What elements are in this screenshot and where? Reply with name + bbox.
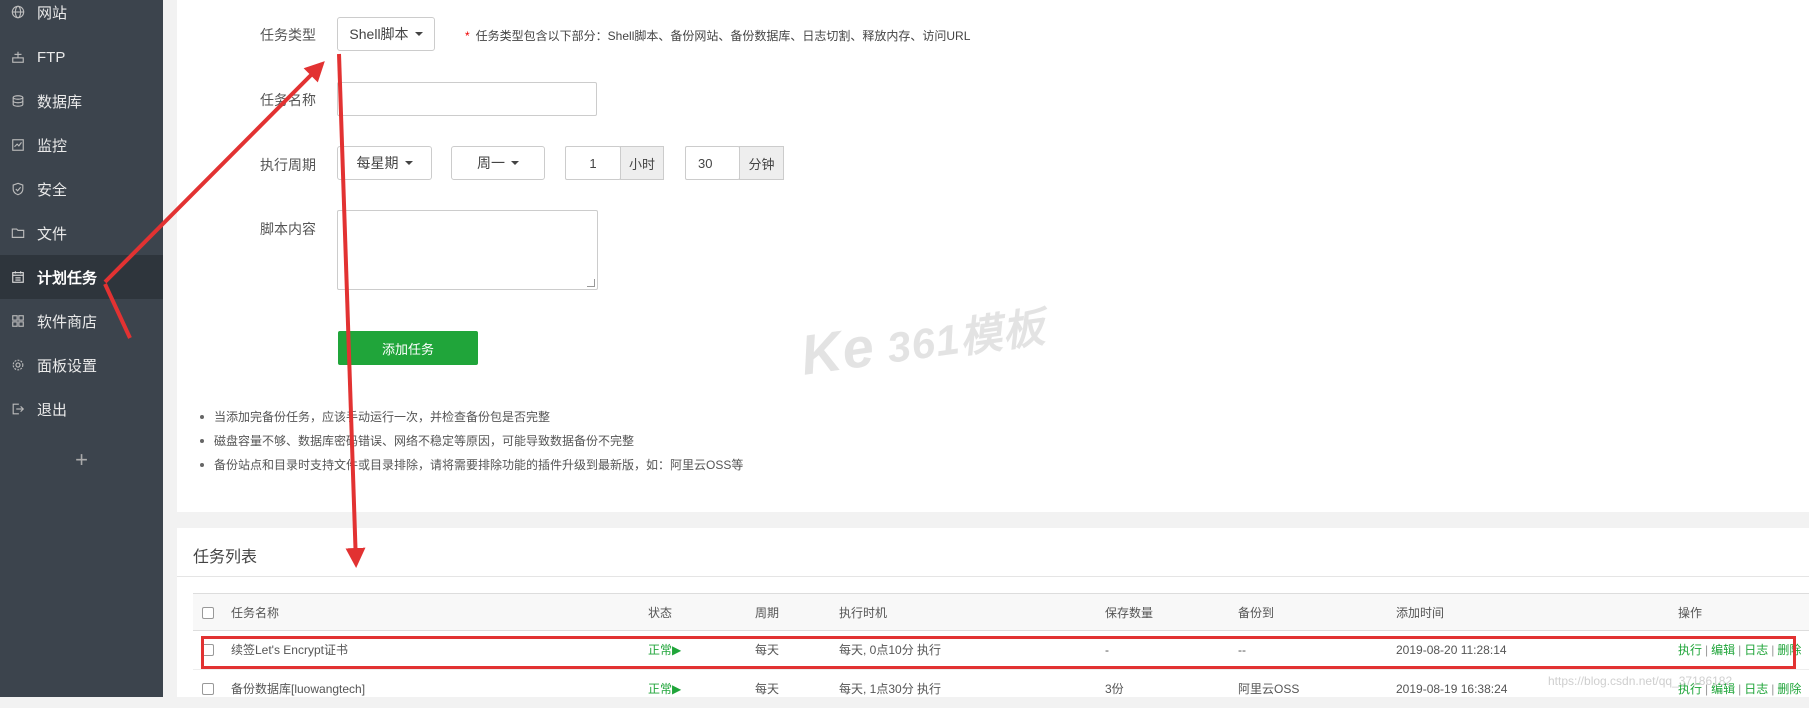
select-all-checkbox[interactable] xyxy=(202,607,214,619)
note-item: 备份站点和目录时支持文件或目录排除，请将需要排除功能的插件升级到最新版，如：阿里… xyxy=(200,456,743,480)
note-item: 当添加完备份任务，应该手动运行一次，并检查备份包是否完整 xyxy=(200,408,743,432)
note-item: 磁盘容量不够、数据库密码错误、网络不稳定等原因，可能导致数据备份不完整 xyxy=(200,432,743,456)
add-task-button[interactable]: 添加任务 xyxy=(338,331,478,365)
task-type-dropdown[interactable]: Shell脚本 xyxy=(337,17,435,51)
weekday-value: 周一 xyxy=(477,155,505,171)
folder-icon xyxy=(10,225,26,241)
task-type-label: 任务类型 xyxy=(260,27,316,43)
sidebar-item-label: 监控 xyxy=(37,137,68,155)
sidebar-item-panel-settings[interactable]: 面板设置 xyxy=(0,343,163,387)
sidebar-item-logout[interactable]: 退出 xyxy=(0,387,163,431)
shield-icon xyxy=(10,181,26,197)
ftp-icon xyxy=(10,49,26,65)
script-label: 脚本内容 xyxy=(260,221,316,237)
column-header: 执行时机 xyxy=(839,606,888,620)
column-header: 状态 xyxy=(648,606,673,620)
task-type-value: Shell脚本 xyxy=(349,26,409,42)
column-header: 操作 xyxy=(1678,606,1703,620)
column-header: 周期 xyxy=(755,606,780,620)
backup-to-cell: 阿里云OSS xyxy=(1238,682,1300,696)
chevron-down-icon xyxy=(404,161,413,165)
period-value: 每星期 xyxy=(356,155,399,171)
minute-unit: 分钟 xyxy=(739,146,784,180)
gear-icon xyxy=(10,357,26,373)
row-checkbox[interactable] xyxy=(202,683,214,695)
sidebar-item-label: 文件 xyxy=(37,225,68,243)
cycle-cell: 每天 xyxy=(755,682,780,696)
sidebar-item-cron[interactable]: 计划任务 xyxy=(0,255,163,299)
sidebar-item-label: 面板设置 xyxy=(37,357,98,375)
chevron-down-icon xyxy=(414,32,423,36)
sidebar-item-label: 计划任务 xyxy=(37,269,98,287)
sidebar-item-app-store[interactable]: 软件商店 xyxy=(0,299,163,343)
resize-handle-icon[interactable] xyxy=(587,279,595,287)
hour-input[interactable]: 1 xyxy=(565,146,621,180)
logout-icon xyxy=(10,401,26,417)
sidebar-item-monitor[interactable]: 监控 xyxy=(0,123,163,167)
divider xyxy=(177,576,1809,577)
sidebar-item-label: 安全 xyxy=(37,181,68,199)
globe-icon xyxy=(10,4,26,20)
column-header: 备份到 xyxy=(1238,606,1275,620)
notes-list: 当添加完备份任务，应该手动运行一次，并检查备份包是否完整 磁盘容量不够、数据库密… xyxy=(200,408,743,480)
minute-input[interactable]: 30 xyxy=(685,146,740,180)
status-cell[interactable]: 正常▶ xyxy=(648,670,681,708)
task-name-cell: 备份数据库[luowangtech] xyxy=(231,682,366,696)
sidebar-item-label: 数据库 xyxy=(37,93,83,111)
column-header: 添加时间 xyxy=(1396,606,1445,620)
hour-unit: 小时 xyxy=(620,146,664,180)
log-link[interactable]: 日志 xyxy=(1744,682,1768,696)
task-list-title: 任务列表 xyxy=(193,549,258,566)
sidebar-item-security[interactable]: 安全 xyxy=(0,167,163,211)
monitor-icon xyxy=(10,137,26,153)
required-star: * xyxy=(465,29,470,43)
script-content-textarea[interactable] xyxy=(337,210,598,290)
task-name-label: 任务名称 xyxy=(260,92,316,108)
period-label: 执行周期 xyxy=(260,157,316,173)
add-shortcut-button[interactable]: + xyxy=(0,447,163,473)
sidebar-item-ftp[interactable]: FTP xyxy=(0,35,163,79)
sidebar-item-database[interactable]: 数据库 xyxy=(0,79,163,123)
task-type-hint-text: 任务类型包含以下部分：Shell脚本、备份网站、备份数据库、日志切割、释放内存、… xyxy=(475,29,971,43)
added-time-cell: 2019-08-19 16:38:24 xyxy=(1396,682,1508,696)
period-dropdown[interactable]: 每星期 xyxy=(337,146,432,180)
calendar-icon xyxy=(10,269,26,285)
highlight-box xyxy=(201,636,1796,669)
weekday-dropdown[interactable]: 周一 xyxy=(451,146,545,180)
blog-watermark: https://blog.csdn.net/qq_37186182 xyxy=(1548,674,1733,688)
task-name-input[interactable] xyxy=(337,82,597,116)
task-type-hint: * 任务类型包含以下部分：Shell脚本、备份网站、备份数据库、日志切割、释放内存… xyxy=(465,27,970,44)
database-icon xyxy=(10,93,26,109)
sidebar-item-label: 网站 xyxy=(37,4,68,22)
table-header: 任务名称 状态 周期 执行时机 保存数量 备份到 添加时间 操作 xyxy=(193,593,1809,631)
sidebar-item-label: FTP xyxy=(37,48,66,66)
column-header: 任务名称 xyxy=(231,606,280,620)
column-header: 保存数量 xyxy=(1105,606,1154,620)
keep-cell: 3份 xyxy=(1105,682,1124,696)
sidebar-item-label: 软件商店 xyxy=(37,313,98,331)
sidebar-item-label: 退出 xyxy=(37,401,68,419)
watermark-logo: Ke xyxy=(796,314,879,387)
apps-icon xyxy=(10,313,26,329)
sidebar-item-files[interactable]: 文件 xyxy=(0,211,163,255)
timing-cell: 每天, 1点30分 执行 xyxy=(839,682,942,696)
sidebar: 网站 FTP 数据库 监控 安全 文件 计划任务 软件商店 面板设置 退出 + xyxy=(0,0,163,697)
delete-link[interactable]: 删除 xyxy=(1777,682,1801,696)
sidebar-item-website[interactable]: 网站 xyxy=(0,0,163,34)
chevron-down-icon xyxy=(511,161,519,165)
